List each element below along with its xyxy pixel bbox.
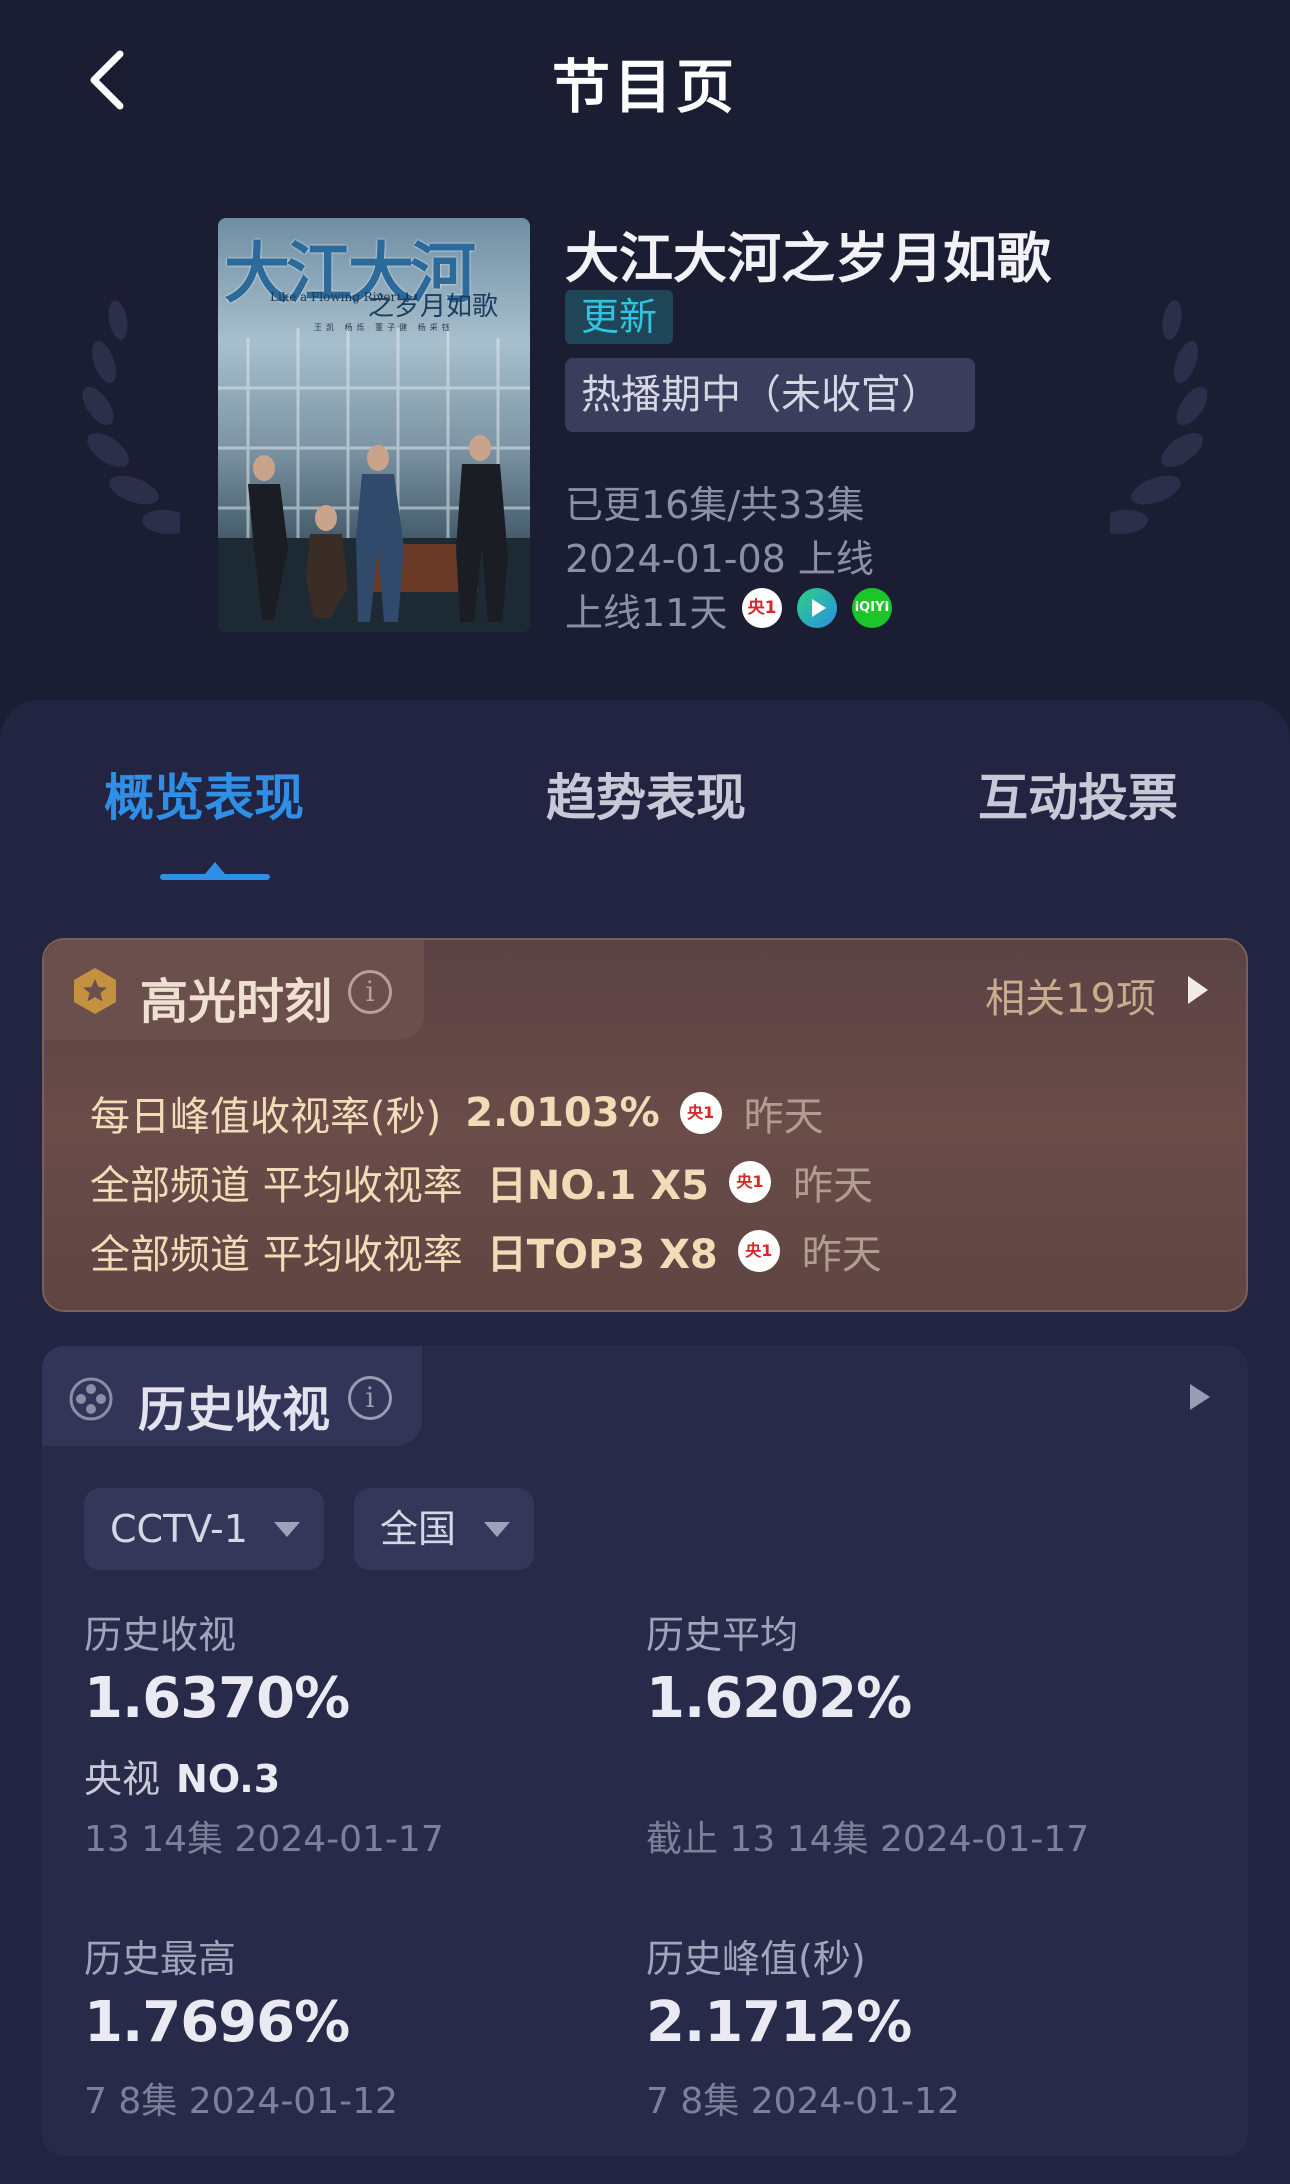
highlight-value: 日TOP3 X8	[486, 1232, 718, 1278]
show-poster[interactable]: 大江大河 Like a Flowing River 之岁月如歌 王凯 杨烁 董子…	[218, 218, 530, 632]
info-icon[interactable]: i	[348, 1376, 392, 1420]
hist-rating-meta: 13 14集 2024-01-17	[84, 1819, 444, 1860]
page-title: 节目页	[551, 53, 738, 121]
video-play-icon[interactable]	[797, 588, 837, 628]
poster-cast: 王凯 杨烁 董子健 杨采钰	[314, 323, 454, 332]
tab-overview[interactable]: 概览表现	[104, 758, 304, 830]
poster-subtitle: 之岁月如歌	[368, 292, 499, 322]
highlight-row: 全部频道 平均收视率 日NO.1 X5 央1 昨天	[90, 1153, 873, 1211]
tab-vote[interactable]: 互动投票	[978, 758, 1178, 830]
history-ratings-card: 历史收视 i CCTV-1 全国 历史收视 1.6370% 央视 NO.3 13 …	[42, 1346, 1248, 2156]
highlights-more-link[interactable]: 相关19项	[985, 966, 1156, 1024]
hist-avg-label: 历史平均	[646, 1613, 799, 1657]
highlights-title: 高光时刻	[140, 974, 333, 1030]
status-badge: 热播期中（未收官）	[565, 358, 975, 432]
laurel-left-icon	[82, 300, 180, 535]
hist-peak-value: 2.1712%	[646, 1990, 912, 2055]
release-date: 2024-01-08 上线	[565, 537, 874, 581]
star-hexagon-icon	[74, 968, 116, 1014]
hist-rating-value: 1.6370%	[84, 1666, 350, 1731]
tab-trend[interactable]: 趋势表现	[546, 758, 746, 830]
caret-down-icon	[484, 1522, 510, 1537]
iqiyi-icon[interactable]: iQIYI	[852, 588, 892, 628]
hist-high-meta: 7 8集 2024-01-12	[84, 2081, 398, 2122]
hist-avg-meta: 截止 13 14集 2024-01-17	[646, 1819, 1090, 1860]
highlights-header: 高光时刻 i	[44, 940, 424, 1040]
highlight-label: 每日峰值收视率(秒)	[90, 1094, 442, 1140]
history-header: 历史收视 i	[42, 1346, 422, 1446]
region-select[interactable]: 全国	[354, 1488, 534, 1570]
highlight-row: 全部频道 平均收视率 日TOP3 X8 央1 昨天	[90, 1222, 882, 1280]
tab-indicator-caret	[205, 862, 225, 874]
highlights-card: 高光时刻 i 相关19项 每日峰值收视率(秒) 2.0103% 央1 昨天 全部…	[42, 938, 1248, 1312]
hist-avg-value: 1.6202%	[646, 1666, 912, 1731]
play-arrow-icon[interactable]	[1190, 1384, 1210, 1410]
highlight-label: 全部频道 平均收视率	[90, 1232, 463, 1278]
info-icon[interactable]: i	[348, 970, 392, 1014]
hist-rating-rank: 央视 NO.3	[84, 1748, 280, 1803]
rank-value: NO.3	[176, 1757, 281, 1801]
hist-peak-meta: 7 8集 2024-01-12	[646, 2081, 960, 2122]
highlight-time: 昨天	[743, 1094, 824, 1140]
highlight-value: 2.0103%	[465, 1090, 660, 1136]
hist-high-value: 1.7696%	[84, 1990, 350, 2055]
region-select-value: 全国	[380, 1507, 457, 1551]
cctv1-icon: 央1	[679, 1092, 722, 1134]
top-bar: 节目页	[0, 0, 1290, 160]
caret-down-icon	[274, 1522, 300, 1537]
cctv1-icon[interactable]: 央1	[742, 588, 782, 628]
hist-peak-label: 历史峰值(秒)	[646, 1937, 866, 1981]
history-title: 历史收视	[138, 1382, 331, 1438]
highlight-value: 日NO.1 X5	[486, 1163, 709, 1209]
days-online: 上线11天	[565, 591, 728, 635]
play-triangle-icon	[812, 599, 826, 617]
laurel-right-icon	[1110, 300, 1208, 535]
highlight-label: 全部频道 平均收视率	[90, 1163, 463, 1209]
channel-select[interactable]: CCTV-1	[84, 1488, 324, 1570]
episode-count: 已更16集/共33集	[565, 483, 865, 527]
tab-indicator	[160, 874, 270, 880]
film-reel-icon	[69, 1377, 113, 1421]
show-name: 大江大河之岁月如歌	[565, 227, 1051, 290]
update-badge: 更新	[565, 290, 674, 344]
hist-rating-label: 历史收视	[84, 1613, 237, 1657]
highlight-time: 昨天	[792, 1163, 873, 1209]
cctv1-icon: 央1	[728, 1161, 771, 1203]
play-arrow-icon[interactable]	[1188, 976, 1208, 1004]
cctv1-icon: 央1	[737, 1230, 780, 1272]
channel-select-value: CCTV-1	[110, 1507, 248, 1551]
rank-label: 央视	[84, 1757, 161, 1801]
hist-high-label: 历史最高	[84, 1937, 237, 1981]
highlight-row: 每日峰值收视率(秒) 2.0103% 央1 昨天	[90, 1084, 824, 1142]
highlight-time: 昨天	[801, 1232, 882, 1278]
